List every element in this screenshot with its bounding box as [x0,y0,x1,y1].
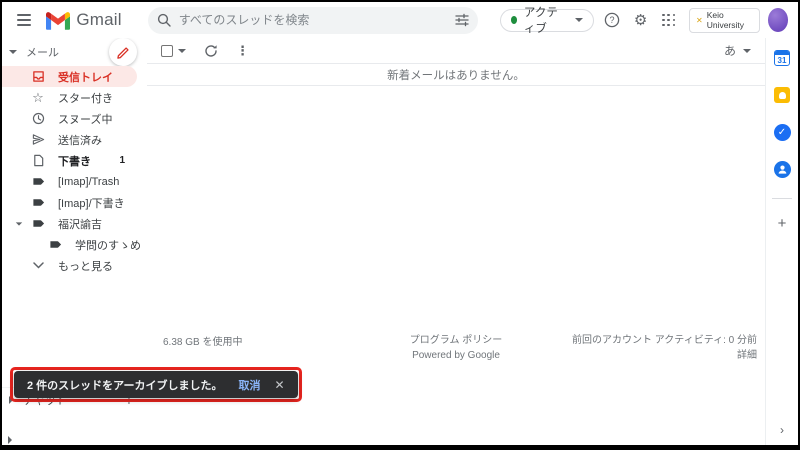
help-icon[interactable]: ? [602,8,622,32]
search-input[interactable] [179,13,455,27]
sidebar-item-sent[interactable]: 送信済み [2,129,137,150]
sidebar-item-snoozed[interactable]: スヌーズ中 [2,108,137,129]
gear-icon[interactable]: ⚙ [631,8,651,32]
side-panel: 31 ✓ + › [765,38,798,445]
tune-icon[interactable] [455,13,469,27]
calendar-icon[interactable]: 31 [773,49,791,67]
sidebar-item-starred[interactable]: ☆ スター付き [2,87,137,108]
get-addons-button[interactable]: + [778,215,787,232]
organization-name: Keio University [707,10,753,30]
gmail-window: Gmail アクティブ ? [0,0,800,450]
archive-toast: 2 件のスレッドをアーカイブしました。 取消 ✕ [14,371,298,398]
label-icon [31,217,45,230]
tasks-icon[interactable]: ✓ [773,123,791,141]
label-icon [49,238,62,251]
star-icon: ☆ [31,91,45,104]
status-label: アクティブ [524,4,568,36]
gmail-m-icon [46,11,70,30]
chevron-down-icon[interactable] [16,222,22,225]
label-icon [31,175,45,188]
chevron-right-icon[interactable] [8,436,12,444]
sidebar-item-imap-drafts[interactable]: [Imap]/下書き [2,192,137,213]
draft-icon [31,154,45,167]
inbox-icon [31,70,45,83]
label-icon [31,196,45,209]
chevron-down-icon[interactable] [178,49,186,53]
pencil-icon [117,46,130,59]
undo-button[interactable]: 取消 [239,377,261,393]
side-panel-divider [772,198,792,199]
chevron-down-icon [575,18,583,22]
more-vert-icon[interactable]: ⋮ [236,43,249,59]
hamburger-menu-icon[interactable] [17,14,31,26]
sidebar-mail-section[interactable]: メール [2,38,147,66]
sidebar-item-more[interactable]: もっと見る [2,255,137,276]
sidebar-item-label-gakumon[interactable]: 学問のすゝめ [2,234,137,255]
clock-icon [31,112,45,125]
drafts-count: 1 [119,155,137,166]
empty-inbox-banner: 新着メールはありません。 [147,64,765,86]
mail-section-label: メール [26,44,59,60]
empty-inbox-message: 新着メールはありません。 [387,67,525,83]
search-bar[interactable] [148,7,478,34]
contacts-icon[interactable] [773,160,791,178]
account-avatar[interactable] [768,8,788,32]
toast-message: 2 件のスレッドをアーカイブしました。 [27,377,223,393]
sidebar-item-label-fukuzawa[interactable]: 福沢諭吉 [2,213,137,234]
last-account-activity: 前回のアカウント アクティビティ: 0 分前 [572,333,757,348]
refresh-button[interactable] [204,44,218,58]
details-link[interactable]: 詳細 [572,348,757,363]
gmail-logo[interactable]: Gmail [46,10,121,30]
compose-button[interactable] [109,38,137,66]
chat-status-chip[interactable]: アクティブ [500,9,595,32]
organization-badge[interactable]: ✕ Keio University [689,8,760,33]
top-bar: Gmail アクティブ ? [2,2,798,38]
status-dot-icon [511,16,517,24]
send-icon [31,133,45,146]
svg-text:?: ? [610,15,615,25]
list-toolbar: ⋮ あ [147,38,765,64]
chevron-down-icon [31,262,45,269]
chevron-down-icon [9,50,17,54]
close-icon[interactable]: ✕ [275,378,285,392]
input-tools-button[interactable]: あ [724,42,751,59]
search-icon [157,13,171,27]
show-side-panel-button[interactable]: › [766,423,798,437]
select-checkbox[interactable] [161,45,173,57]
apps-grid-icon[interactable] [659,8,679,32]
keio-crest-icon: ✕ [696,16,703,25]
annotation-highlight-box: 2 件のスレッドをアーカイブしました。 取消 ✕ [10,367,302,402]
sidebar-item-drafts[interactable]: 下書き 1 [2,150,137,171]
gmail-logo-text: Gmail [76,10,121,30]
sidebar-item-inbox[interactable]: 受信トレイ [2,66,137,87]
select-all-control[interactable] [161,45,186,57]
keep-icon[interactable] [773,86,791,104]
chevron-down-icon [743,49,751,53]
sidebar-item-imap-trash[interactable]: [Imap]/Trash [2,171,137,192]
